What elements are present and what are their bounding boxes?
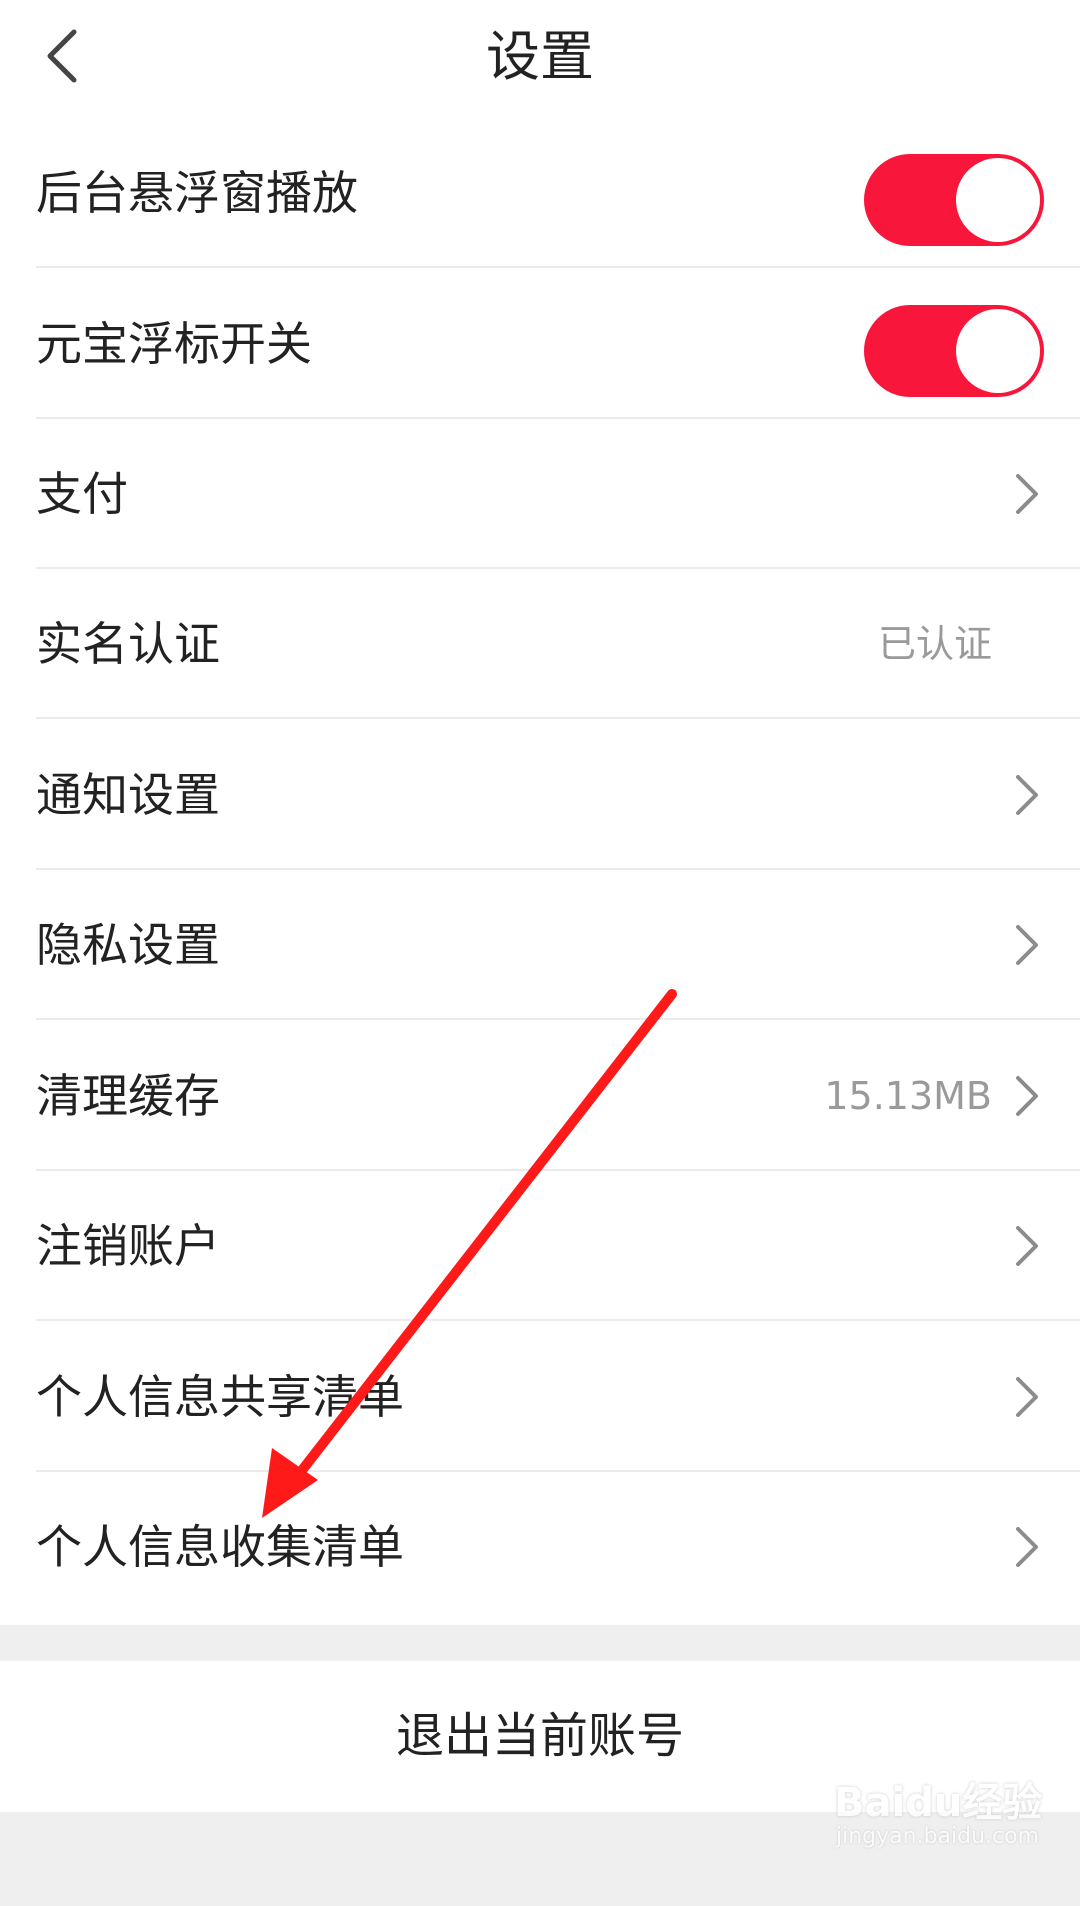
setting-row-yuanbao-float[interactable]: 元宝浮标开关 [0,269,1080,419]
chevron-right-icon [1016,925,1038,965]
chevron-right-icon [1016,1377,1038,1417]
setting-row-real-name[interactable]: 实名认证 已认证 [0,569,1080,719]
setting-row-floating-window-playback[interactable]: 后台悬浮窗播放 [0,118,1080,268]
settings-page: 设置 后台悬浮窗播放 元宝浮标开关 支付 实名认证 已认证 通知设置 隐私设置 … [0,0,1080,1906]
cache-size: 15.13MB [824,1074,992,1118]
baidu-jingyan-watermark: Baidu经验 jingyan.baidu.com [834,1746,1042,1856]
nav-bar: 设置 [0,0,1080,118]
yuanbao-float-toggle[interactable] [864,305,1044,397]
divider [36,1319,1080,1321]
chevron-right-icon [1016,1527,1038,1567]
page-title: 设置 [486,25,594,88]
watermark-brand: Baidu经验 [834,1780,1043,1826]
setting-label: 实名认证 [36,617,220,671]
chevron-right-icon [1016,1076,1038,1116]
watermark-url: jingyan.baidu.com [836,1824,1040,1849]
setting-label: 元宝浮标开关 [36,317,312,371]
setting-label: 支付 [36,467,128,521]
divider [36,717,1080,719]
setting-row-payment[interactable]: 支付 [0,419,1080,569]
setting-label: 个人信息收集清单 [36,1520,404,1574]
setting-row-info-collection-list[interactable]: 个人信息收集清单 [0,1472,1080,1622]
setting-row-delete-account[interactable]: 注销账户 [0,1171,1080,1321]
setting-label: 通知设置 [36,768,220,822]
chevron-right-icon [1016,775,1038,815]
setting-row-notifications[interactable]: 通知设置 [0,720,1080,870]
setting-label: 后台悬浮窗播放 [36,166,358,220]
toggle-knob [956,158,1040,242]
setting-label: 清理缓存 [36,1069,220,1123]
setting-row-clear-cache[interactable]: 清理缓存 15.13MB [0,1021,1080,1171]
setting-label: 注销账户 [36,1219,220,1273]
setting-row-info-sharing-list[interactable]: 个人信息共享清单 [0,1322,1080,1472]
verification-status: 已认证 [877,622,992,666]
settings-list: 后台悬浮窗播放 元宝浮标开关 支付 实名认证 已认证 通知设置 隐私设置 清理缓… [0,118,1080,1625]
floating-window-toggle[interactable] [864,154,1044,246]
toggle-knob [956,309,1040,393]
chevron-right-icon [1016,1226,1038,1266]
setting-label: 隐私设置 [36,918,220,972]
setting-label: 个人信息共享清单 [36,1370,404,1424]
setting-row-privacy[interactable]: 隐私设置 [0,870,1080,1020]
divider [36,1018,1080,1020]
chevron-right-icon [1016,474,1038,514]
divider [36,266,1080,268]
